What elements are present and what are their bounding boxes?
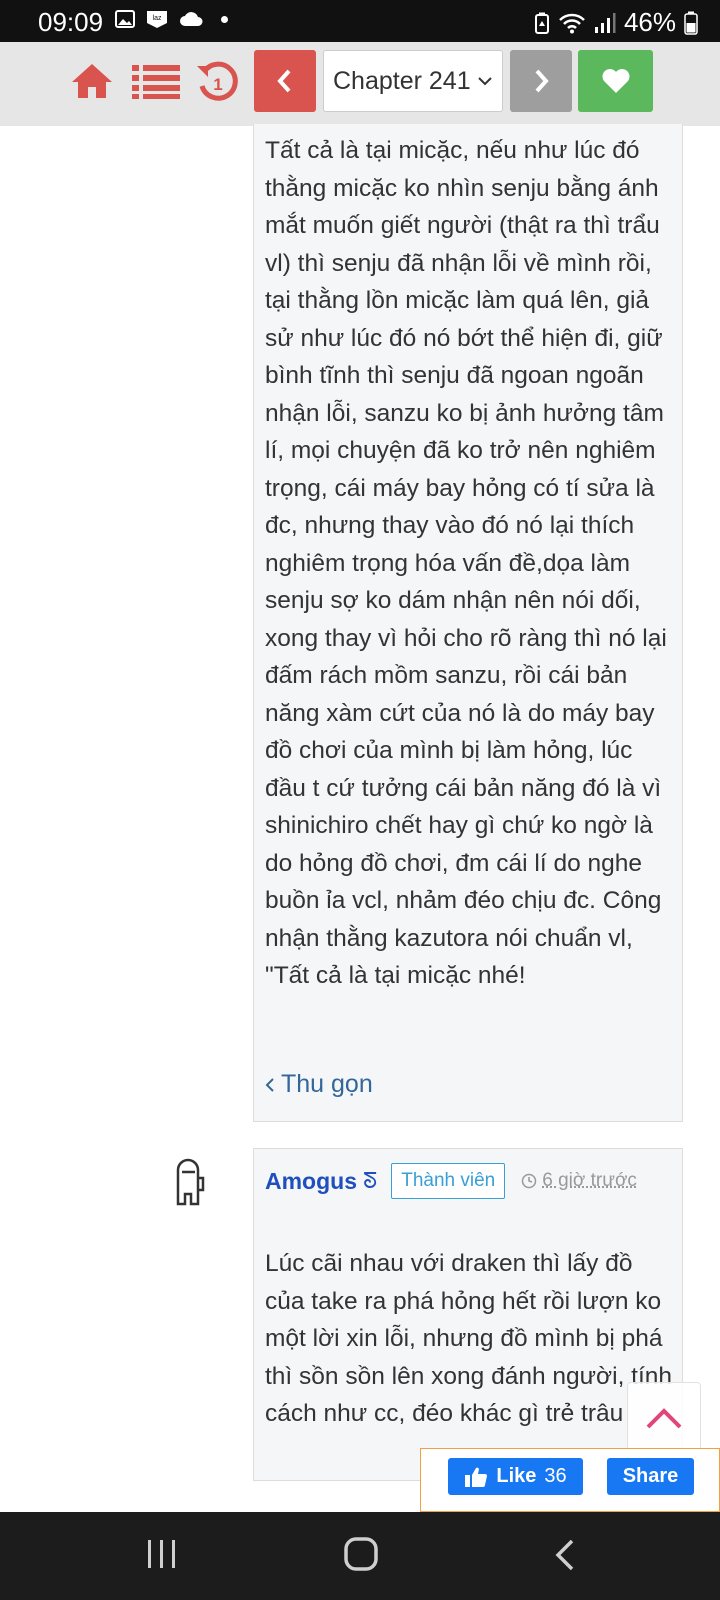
signal-icon (594, 12, 616, 33)
back-icon (555, 1539, 574, 1571)
chevron-down-icon (477, 77, 492, 86)
comments-area: Tất cả là tại micặc, nếu như lúc đó thằn… (0, 124, 720, 1512)
battery-icon (684, 11, 698, 35)
chapter-list-button[interactable] (132, 64, 180, 105)
home-icon (72, 64, 112, 98)
like-count: 36 (544, 1465, 567, 1487)
system-home-button[interactable] (343, 1536, 379, 1577)
laz-app-icon: laz (147, 11, 167, 28)
avatar[interactable] (150, 1148, 225, 1216)
svg-text:laz: laz (153, 15, 162, 22)
scroll-to-top-button[interactable] (627, 1382, 701, 1454)
comment-body-expanded: Tất cả là tại micặc, nếu như lúc đó thằn… (253, 124, 683, 1122)
follow-button[interactable] (578, 50, 653, 112)
system-back-button[interactable] (553, 1538, 577, 1577)
facebook-like-bar: Like 36 Share (420, 1448, 720, 1512)
chapter-select[interactable]: Chapter 241 (323, 50, 503, 112)
comment-timestamp: 6 giờ trước (542, 1170, 637, 1191)
wifi-icon (559, 13, 585, 33)
heart-icon (602, 69, 629, 93)
chevron-right-icon (535, 69, 549, 93)
status-time: 09:09 (38, 7, 104, 37)
battery-saver-icon (534, 12, 549, 34)
history-icon: 1 (197, 61, 238, 101)
history-button[interactable]: 1 (196, 60, 240, 109)
list-icon (132, 65, 180, 99)
home-button[interactable] (70, 62, 114, 105)
like-label: Like (496, 1465, 537, 1487)
recent-apps-icon (148, 1540, 175, 1568)
user-emblem-icon: ᘕ (363, 1168, 378, 1193)
home-circle-icon (344, 1537, 378, 1571)
comment-text: Lúc cãi nhau với draken thì lấy đồ của t… (265, 1250, 673, 1427)
chapter-select-value: Chapter 241 (333, 66, 471, 95)
battery-percent: 46% (623, 7, 676, 37)
facebook-share-button[interactable]: Share (607, 1458, 694, 1495)
comment-text: Tất cả là tại micặc, nếu như lúc đó thằn… (265, 137, 667, 989)
next-chapter-button[interactable] (510, 50, 572, 112)
svg-text:1: 1 (213, 75, 222, 94)
recent-apps-button[interactable] (146, 1538, 178, 1575)
chapter-toolbar: 1 Chapter 241 (0, 42, 720, 126)
status-bar: 09:09 laz 46% (0, 0, 720, 42)
username[interactable]: Amogus (265, 1168, 357, 1195)
gallery-icon (115, 10, 135, 28)
notification-dot-icon (221, 15, 228, 23)
role-badge: Thành viên (391, 1163, 506, 1199)
thumbs-up-icon (465, 1467, 488, 1487)
chevron-up-icon (646, 1408, 682, 1429)
system-nav-bar (0, 1512, 720, 1600)
comment-card: Amogus ᘕ Thành viên 6 giờ trước Lúc cãi … (253, 1148, 683, 1481)
facebook-like-button[interactable]: Like 36 (448, 1458, 583, 1495)
chevron-left-icon (277, 69, 291, 93)
clock-icon (522, 1173, 537, 1189)
amogus-avatar-icon (176, 1158, 204, 1206)
cloud-icon (180, 12, 203, 26)
collapse-label: Thu gọn (281, 1070, 373, 1098)
chevron-left-icon (265, 1077, 274, 1092)
collapse-link[interactable]: Thu gọn (265, 1070, 373, 1099)
previous-chapter-button[interactable] (254, 50, 316, 112)
